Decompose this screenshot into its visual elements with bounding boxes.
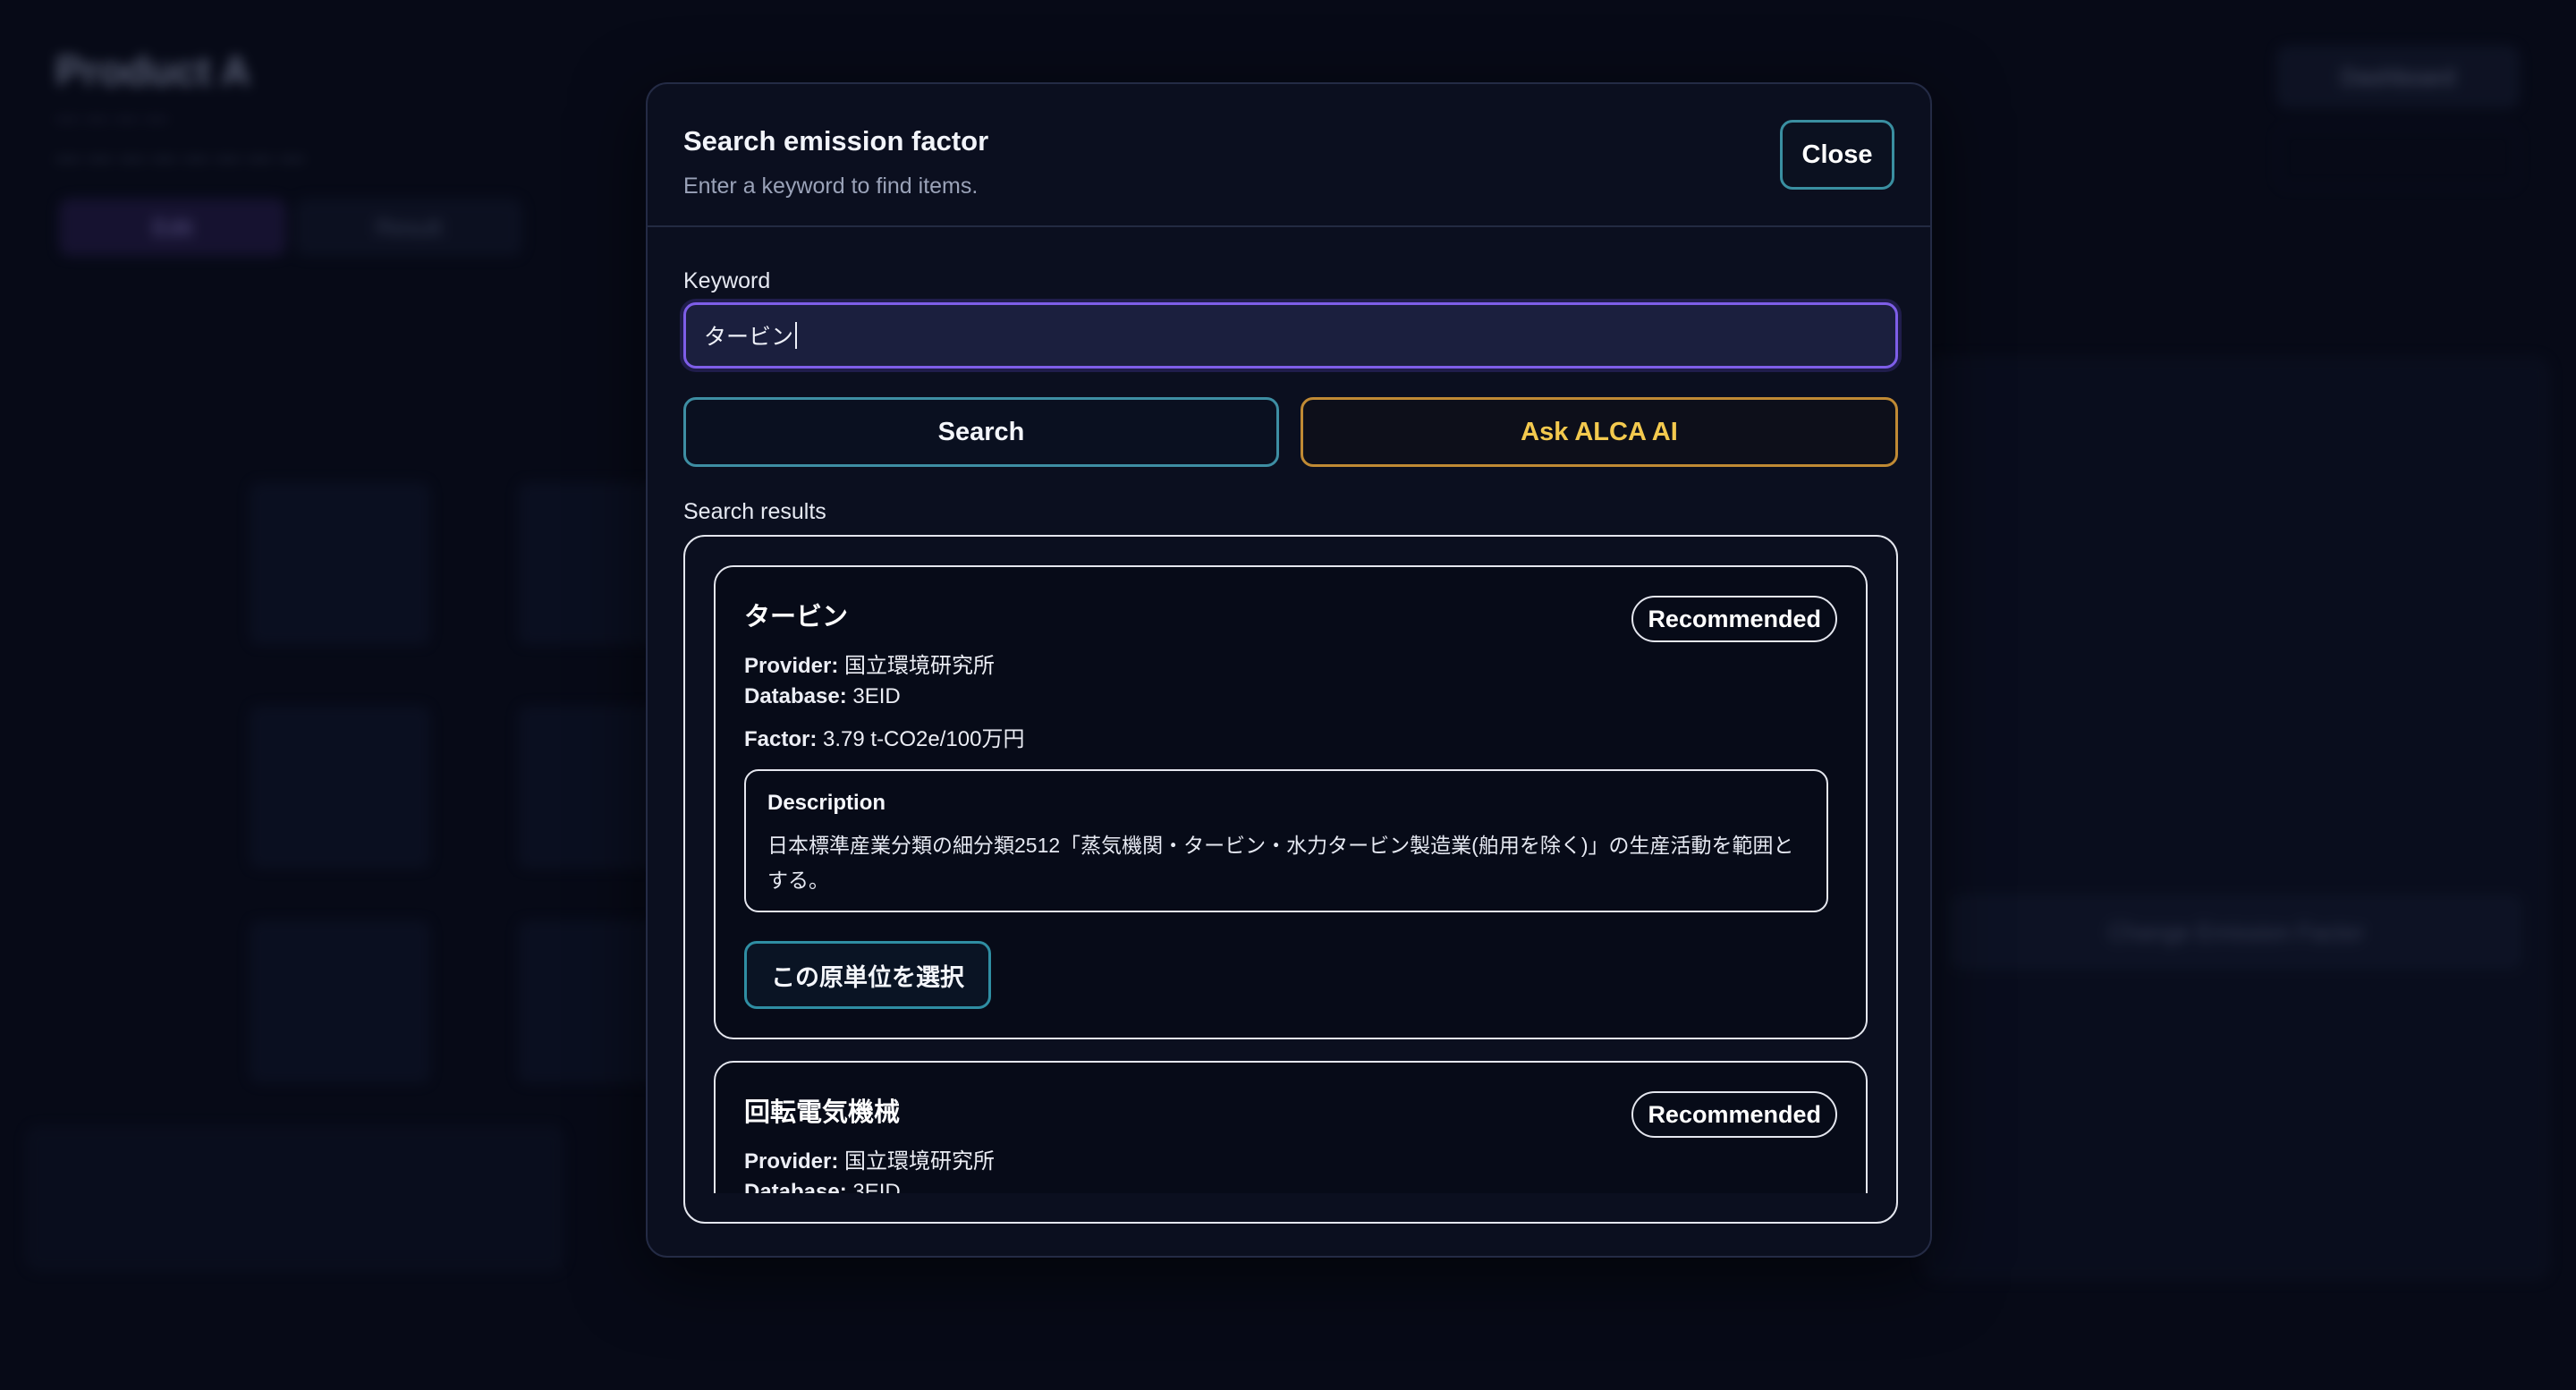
result-factor: Factor: 3.79 t-CO2e/100万円 — [744, 721, 1024, 752]
database-value: 3EID — [852, 1180, 901, 1193]
dialog-title: Search emission factor — [683, 125, 989, 157]
page-subtitle: — — — — — [55, 104, 168, 131]
search-emission-factor-dialog: Search emission factor Enter a keyword t… — [646, 82, 1932, 1258]
tab-result[interactable]: Result — [295, 199, 522, 256]
search-button[interactable]: Search — [683, 397, 1279, 467]
text-caret — [795, 322, 798, 349]
dialog-subtitle: Enter a keyword to find items. — [683, 174, 979, 199]
side-panel — [1923, 358, 2549, 1279]
change-emission-factor-button[interactable]: Change Emission Factor — [1950, 894, 2522, 970]
page-title: Product A — [55, 47, 251, 94]
flow-node — [250, 483, 429, 644]
flow-node — [250, 707, 429, 868]
bottom-panel — [27, 1127, 564, 1270]
result-name: 回転電気機械 — [744, 1098, 901, 1127]
result-provider: Provider: 国立環境研究所 — [744, 648, 995, 679]
result-card: タービン Recommended Provider: 国立環境研究所 Datab… — [714, 565, 1868, 1039]
result-provider: Provider: 国立環境研究所 — [744, 1143, 995, 1174]
result-database: Database: 3EID — [744, 684, 901, 709]
recommended-badge: Recommended — [1631, 596, 1837, 642]
database-value: 3EID — [852, 684, 901, 708]
close-button[interactable]: Close — [1780, 120, 1894, 190]
result-name: タービン — [744, 603, 849, 631]
flow-node — [250, 921, 429, 1082]
provider-value: 国立環境研究所 — [844, 1149, 996, 1174]
select-factor-button[interactable]: この原単位を選択 — [744, 941, 991, 1009]
factor-value: 3.79 t-CO2e/100万円 — [823, 727, 1025, 751]
keyword-input[interactable]: タービン — [683, 302, 1898, 369]
result-database: Database: 3EID — [744, 1180, 901, 1193]
ask-ai-button[interactable]: Ask ALCA AI — [1301, 397, 1898, 467]
provider-label: Provider: — [744, 1149, 839, 1174]
date-range-button[interactable] — [2277, 127, 2519, 188]
tab-edit[interactable]: Edit — [59, 199, 286, 256]
dialog-header: Search emission factor Enter a keyword t… — [648, 84, 1930, 227]
breadcrumb: — — — — — — — — — [55, 143, 305, 171]
database-label: Database: — [744, 684, 847, 708]
result-card: 回転電気機械 Recommended Provider: 国立環境研究所 Dat… — [714, 1061, 1868, 1193]
search-results-label: Search results — [683, 499, 826, 524]
factor-label: Factor: — [744, 727, 818, 751]
search-results-list[interactable]: タービン Recommended Provider: 国立環境研究所 Datab… — [683, 535, 1898, 1224]
keyword-value: タービン — [704, 325, 794, 350]
provider-label: Provider: — [744, 654, 839, 678]
dashboard-button[interactable]: Dashboard — [2277, 47, 2519, 107]
provider-value: 国立環境研究所 — [844, 654, 996, 678]
description-title: Description — [767, 791, 886, 815]
description-text: 日本標準産業分類の細分類2512「蒸気機関・タービン・水力タービン製造業(舶用を… — [767, 834, 1794, 892]
recommended-badge: Recommended — [1631, 1091, 1837, 1138]
description-box: Description 日本標準産業分類の細分類2512「蒸気機関・タービン・水… — [744, 769, 1828, 912]
keyword-label: Keyword — [683, 268, 771, 293]
database-label: Database: — [744, 1180, 847, 1193]
